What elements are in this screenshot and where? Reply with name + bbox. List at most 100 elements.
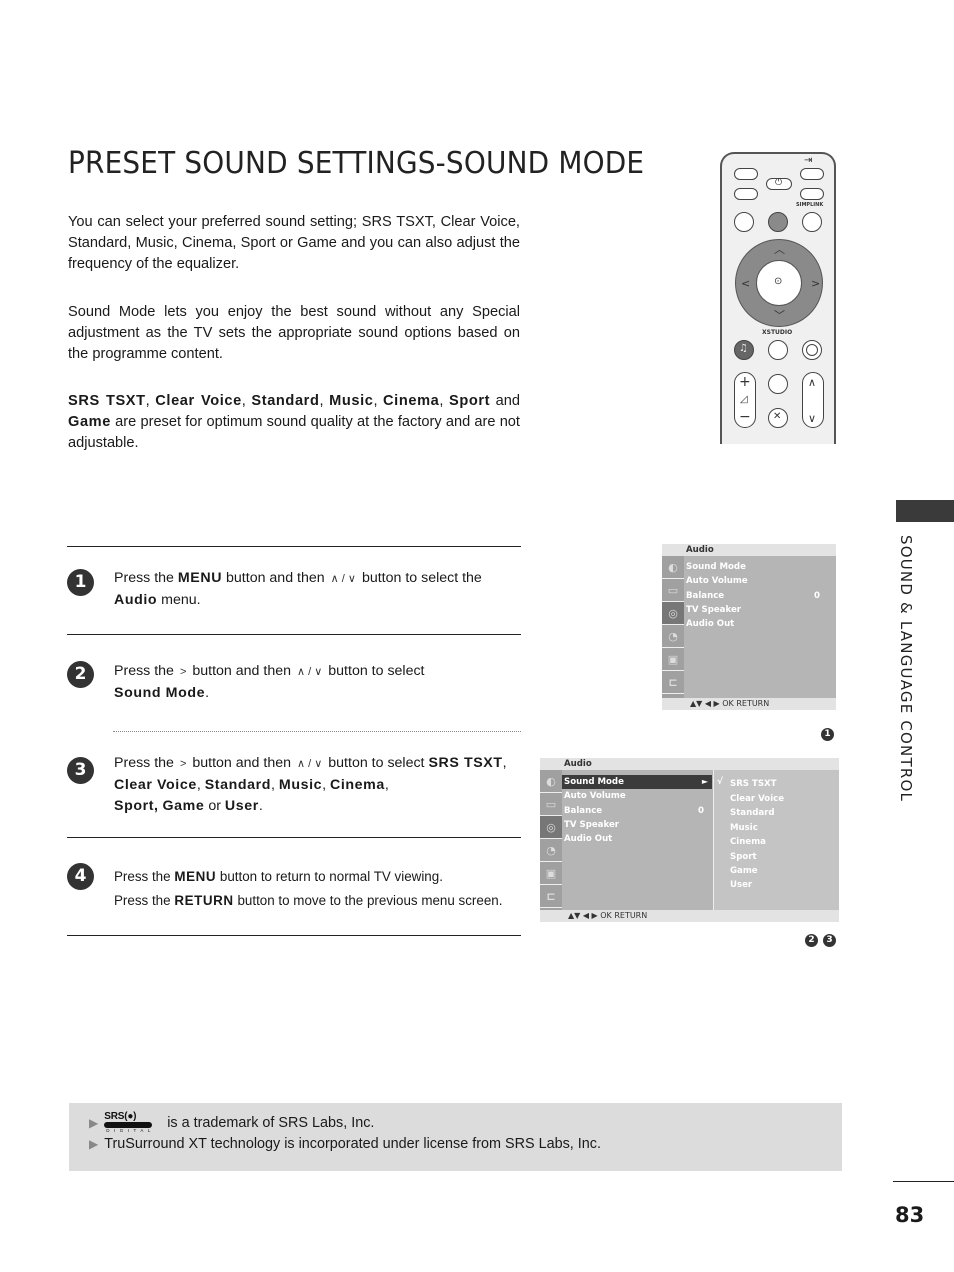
submenu-item: Game [730,866,758,876]
menu-button [768,212,788,232]
intro-paragraph-3: SRS TSXT, Clear Voice, Standard, Music, … [68,393,521,451]
step-4-line-1: Press the MENU button to return to norma… [114,865,524,889]
mode-name: Cinema [330,777,385,793]
step-2-text: Press the > button and then ∧ / ∨ button to … [114,661,524,704]
intro-paragraph-2: Sound Mode lets you enjoy the best sound… [68,304,520,362]
submenu-item: Music [730,823,758,833]
ok-button: ⊙ [756,260,802,306]
mode-name: Game [68,414,111,430]
xstudio-label: XSTUDIO [762,329,793,336]
lock-icon: ▣ [662,648,684,671]
volume-plus-icon: + [739,374,751,390]
reference-marker-1: 1 [821,728,834,741]
osd-item-tv-speaker: TV Speaker [564,820,620,830]
right-arrow-icon: > [811,277,821,290]
osd-icon-column: ◐ ▭ ◎ ◔ ▣ ⊏ [662,556,684,698]
step-number-4: 4 [67,863,94,890]
step-4-line-2: Press the RETURN button to move to the p… [114,889,524,913]
up-arrow-icon: ︿ [774,243,785,256]
mode-name: Clear Voice [155,393,242,409]
submenu-item: User [730,880,753,890]
submenu-item: Clear Voice [730,794,785,804]
divider [67,546,521,547]
text: button and then [192,663,291,679]
balance-value: 0 [814,591,820,601]
remote-button-guide [802,212,822,232]
navigation-dpad: ︿ ﹀ < > ⊙ [735,239,823,327]
page-title: PRESET SOUND SETTINGS-SOUND MODE [68,146,645,181]
sound-mode-key: Sound Mode [114,685,206,701]
osd-sound-mode-menu: Audio ◐ ▭ ◎ ◔ ▣ ⊏ ► Sound Mode Auto Volu… [540,758,839,922]
osd-item-tv-speaker: TV Speaker [686,605,742,615]
section-label: SOUND & LANGUAGE CONTROL [897,535,915,803]
mute-button: ✕ [768,408,788,428]
bullet-triangle-icon: ▶ [89,1116,99,1130]
text: Press the [114,869,171,884]
section-tab-marker [896,500,954,522]
channel-down-icon: ∨ [808,412,817,425]
channel-rocker: ∧ ∨ [802,372,824,428]
submenu-item: Sport [730,852,757,862]
osd-footer: ▲▼ ◀ ▶ OK RETURN [662,698,836,710]
audio-icon: ◎ [540,816,562,839]
divider [67,837,521,838]
return-key: RETURN [174,893,234,908]
mute-icon: ✕ [773,411,782,422]
power-button: ⏻ [766,178,792,190]
text: Press the [114,663,174,679]
text: Press the [114,755,174,771]
submenu-arrow-icon: ► [701,777,708,786]
channel-up-icon: ∧ [808,376,817,389]
label: Balance [564,806,603,816]
step-4-text: Press the MENU button to return to norma… [114,865,524,913]
srs-logo: SRS(●) DIGITAL [104,1111,158,1135]
submenu-item: SRS TSXT [730,779,777,789]
remote-button-exit [802,340,822,360]
page-number: 83 [895,1203,925,1227]
menu-key: MENU [174,869,217,884]
osd-icon-column: ◐ ▭ ◎ ◔ ▣ ⊏ [540,770,562,910]
osd-item-auto-volume: Auto Volume [564,791,626,801]
input-icon: ⇥ [804,155,813,166]
submenu-item: Standard [730,808,775,818]
remote-button-return [768,340,788,360]
mode-name: Standard [251,393,320,409]
text: button to select [328,755,425,771]
step-1-text: Press the MENU button and then ∧ / ∨ butto… [114,568,524,611]
osd-submenu: √ SRS TSXT Clear Voice Standard Music Ci… [713,770,839,910]
up-down-arrow-icon: ∧ / ∨ [330,573,356,585]
page-number-rule [893,1181,954,1182]
osd-item-balance: Balance 0 [686,589,828,603]
mode-name: SRS TSXT [428,755,503,771]
mode-name: Sport [448,393,491,409]
up-down-arrow-icon: ∧ / ∨ [297,758,323,770]
input-button [800,168,824,180]
note-line-2: ▶ TruSurround XT technology is incorpora… [89,1136,601,1152]
time-icon: ◔ [662,625,684,648]
text: button to move to the previous menu scre… [237,893,503,908]
mode-name: Cinema [383,393,440,409]
remote-button-dtv [734,188,758,200]
bullet-triangle-icon: ▶ [89,1137,99,1151]
power-icon: ⏻ [775,178,783,188]
srs-logo-text: SRS(●) [104,1111,137,1122]
divider [67,634,521,635]
osd-header: Audio [662,544,836,556]
mode-name: SRS TSXT [68,393,146,409]
volume-minus-icon: − [739,409,751,425]
text: Press the [114,570,174,586]
remote-control-illustration: ⏻ ⇥ SIMPLINK ︿ ﹀ < > ⊙ XSTUDIO ♫ + ◿ − ✕… [720,152,836,444]
right-arrow-icon: > [179,758,187,770]
volume-rocker: + ◿ − [734,372,756,428]
trademark-note: ▶ SRS(●) DIGITAL is a trademark of SRS L… [69,1103,842,1171]
audio-key: Audio [114,592,158,608]
text: button to select the [361,570,482,586]
osd-audio-menu: Audio ◐ ▭ ◎ ◔ ▣ ⊏ Sound Mode Auto Volume… [662,544,836,710]
headphone-button: ♫ [734,340,754,360]
osd-item-auto-volume: Auto Volume [686,576,748,586]
left-arrow-icon: < [741,277,751,290]
input-icon: ⊏ [540,885,562,908]
ok-icon: ⊙ [774,276,783,287]
step-3-text: Press the > button and then ∧ / ∨ button to … [114,755,507,814]
screen-icon: ▭ [662,579,684,602]
